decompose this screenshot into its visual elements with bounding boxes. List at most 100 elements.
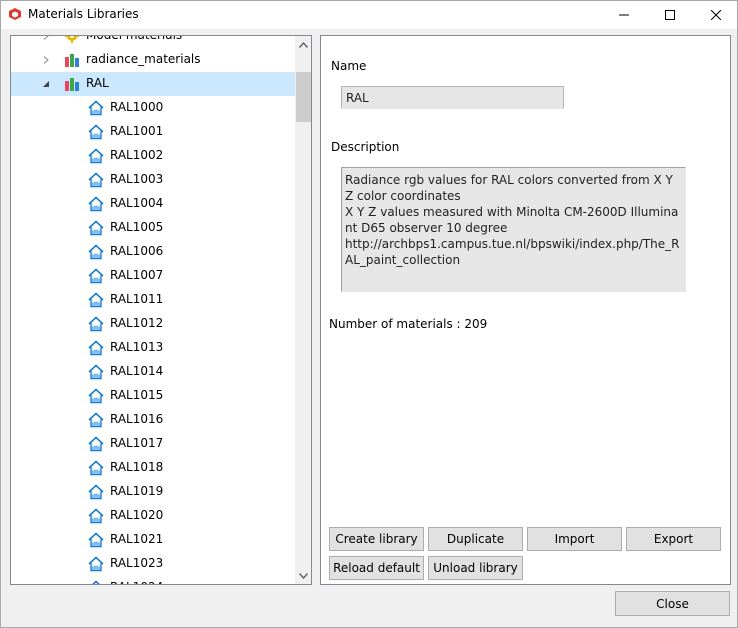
- import-button[interactable]: Import: [527, 527, 622, 551]
- tree-item[interactable]: RAL1023: [11, 552, 295, 576]
- tree-item-label: RAL1024: [110, 580, 163, 584]
- house-icon: [88, 388, 104, 404]
- tree-item[interactable]: RAL1024: [11, 576, 295, 584]
- tree-item-label: RAL1023: [110, 556, 164, 570]
- house-icon: [88, 436, 104, 452]
- tree-item[interactable]: RAL1012: [11, 312, 295, 336]
- tree-item-label: RAL1007: [110, 268, 164, 282]
- tree-scrollbar[interactable]: [295, 36, 311, 584]
- materials-libraries-window: Materials Libraries Model materials radia…: [0, 0, 738, 628]
- library-icon: [64, 76, 80, 92]
- tree-item-label: Model materials: [86, 36, 182, 42]
- tree-item-label: RAL1016: [110, 412, 164, 426]
- tree-item[interactable]: Model materials: [11, 36, 295, 48]
- maximize-button[interactable]: [647, 1, 693, 29]
- library-tree[interactable]: Model materials radiance_materials RAL RAL1…: [10, 35, 312, 585]
- name-label: Name: [331, 59, 367, 73]
- description-label: Description: [331, 140, 400, 154]
- library-details-panel: Name RAL Description Radiance rgb values…: [320, 35, 731, 585]
- tree-item[interactable]: RAL1013: [11, 336, 295, 360]
- tree-item-label: RAL1005: [110, 220, 164, 234]
- tree-item[interactable]: RAL1004: [11, 192, 295, 216]
- tree-item[interactable]: RAL1005: [11, 216, 295, 240]
- expanded-arrow-icon[interactable]: [41, 79, 51, 89]
- house-icon: [88, 124, 104, 140]
- tree-item[interactable]: RAL1006: [11, 240, 295, 264]
- minimize-icon: [619, 14, 629, 16]
- house-icon: [88, 316, 104, 332]
- house-icon: [88, 508, 104, 524]
- scroll-up-button[interactable]: [295, 36, 311, 53]
- tree-item-label: RAL1020: [110, 508, 164, 522]
- collapsed-arrow-icon[interactable]: [41, 55, 51, 65]
- house-icon: [88, 196, 104, 212]
- tree-item[interactable]: RAL1018: [11, 456, 295, 480]
- tree-item[interactable]: RAL1016: [11, 408, 295, 432]
- tree-item[interactable]: RAL1002: [11, 144, 295, 168]
- close-window-button[interactable]: [693, 1, 738, 29]
- tree-item-label: RAL1006: [110, 244, 164, 258]
- description-field[interactable]: Radiance rgb values for RAL colors conve…: [341, 167, 686, 292]
- house-icon: [88, 244, 104, 260]
- tree-item-label: RAL1019: [110, 484, 164, 498]
- chevron-down-icon: [299, 572, 308, 579]
- library-icon: [64, 52, 80, 68]
- window-title: Materials Libraries: [28, 7, 139, 21]
- house-icon: [88, 460, 104, 476]
- tree-item-label: RAL1002: [110, 148, 164, 162]
- material-count: Number of materials : 209: [329, 317, 488, 331]
- house-icon: [88, 532, 104, 548]
- export-button[interactable]: Export: [626, 527, 721, 551]
- house-icon: [88, 580, 104, 584]
- tree-item-label: RAL1013: [110, 340, 164, 354]
- tree-item-label: RAL1017: [110, 436, 164, 450]
- tree-item[interactable]: RAL1003: [11, 168, 295, 192]
- close-icon: [711, 10, 721, 20]
- tree-item-label: RAL1011: [110, 292, 164, 306]
- close-button[interactable]: Close: [615, 591, 730, 616]
- tree-item[interactable]: RAL1019: [11, 480, 295, 504]
- house-icon: [88, 340, 104, 356]
- tree-item[interactable]: RAL1020: [11, 504, 295, 528]
- duplicate-button[interactable]: Duplicate: [428, 527, 523, 551]
- tree-item[interactable]: RAL1015: [11, 384, 295, 408]
- minimize-button[interactable]: [601, 1, 647, 29]
- title-bar[interactable]: Materials Libraries: [1, 1, 737, 29]
- scroll-thumb[interactable]: [296, 72, 311, 122]
- house-icon: [88, 556, 104, 572]
- reload-default-button[interactable]: Reload default: [329, 556, 424, 580]
- tree-item-label: RAL1004: [110, 196, 164, 210]
- tree-item-label: RAL1003: [110, 172, 164, 186]
- tree-item-label: RAL1012: [110, 316, 164, 330]
- tree-item[interactable]: RAL1007: [11, 264, 295, 288]
- house-icon: [88, 412, 104, 428]
- tree-item[interactable]: RAL1014: [11, 360, 295, 384]
- gear-icon: [64, 36, 80, 44]
- tree-item[interactable]: RAL1001: [11, 120, 295, 144]
- tree-item-label: RAL1001: [110, 124, 164, 138]
- tree-item[interactable]: radiance_materials: [11, 48, 295, 72]
- house-icon: [88, 364, 104, 380]
- tree-item[interactable]: RAL1000: [11, 96, 295, 120]
- sketchup-app-icon: [9, 8, 21, 20]
- house-icon: [88, 268, 104, 284]
- tree-item[interactable]: RAL1017: [11, 432, 295, 456]
- tree-item-label: RAL1000: [110, 100, 164, 114]
- name-field[interactable]: RAL: [341, 86, 564, 109]
- house-icon: [88, 172, 104, 188]
- house-icon: [88, 220, 104, 236]
- maximize-icon: [665, 10, 675, 20]
- collapsed-arrow-icon[interactable]: [41, 36, 51, 41]
- tree-viewport: Model materials radiance_materials RAL RAL1…: [11, 36, 295, 584]
- tree-item[interactable]: RAL: [11, 72, 295, 96]
- chevron-up-icon: [299, 41, 308, 48]
- house-icon: [88, 292, 104, 308]
- tree-item[interactable]: RAL1011: [11, 288, 295, 312]
- tree-item-label: radiance_materials: [86, 52, 201, 66]
- house-icon: [88, 484, 104, 500]
- tree-item-label: RAL1015: [110, 388, 164, 402]
- create-library-button[interactable]: Create library: [329, 527, 424, 551]
- tree-item[interactable]: RAL1021: [11, 528, 295, 552]
- unload-library-button[interactable]: Unload library: [428, 556, 523, 580]
- scroll-down-button[interactable]: [295, 567, 311, 584]
